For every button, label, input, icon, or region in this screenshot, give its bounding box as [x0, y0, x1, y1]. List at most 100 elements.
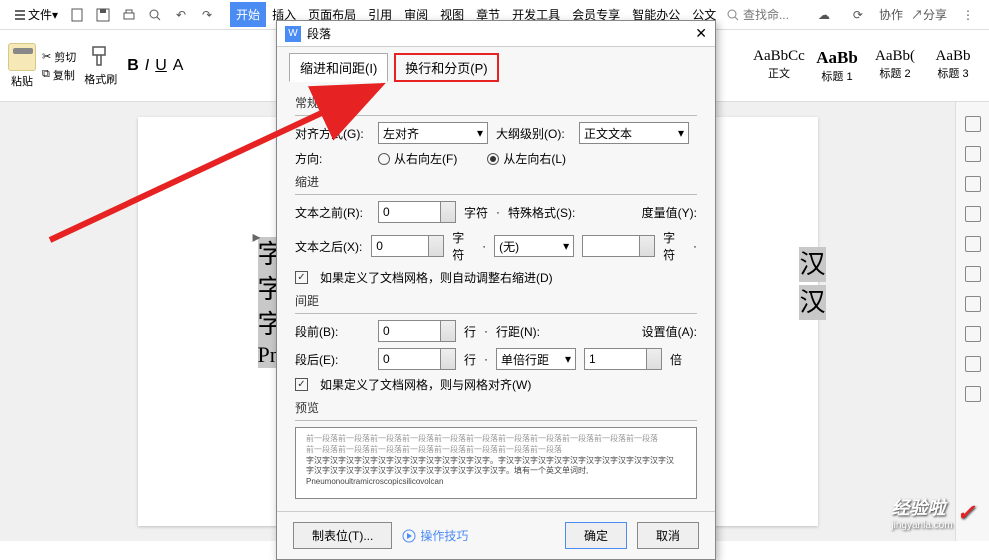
- tab-indent-spacing[interactable]: 缩进和间距(I): [289, 53, 388, 82]
- underline-button[interactable]: U: [155, 57, 167, 75]
- dialog-body: 常规 对齐方式(G): 左对齐▾ 大纲级别(O): 正文文本▾ 方向: 从右向左…: [277, 82, 715, 511]
- more-icon[interactable]: ⋮: [958, 5, 978, 25]
- setvalue-spinner[interactable]: 1▲▼: [584, 348, 662, 370]
- file-menu-label: 文件: [28, 6, 52, 23]
- topbar-right: ☁ ⟳ 协作 ↗分享 ⋮: [727, 5, 981, 25]
- style-heading3[interactable]: AaBb 标题 3: [925, 46, 981, 86]
- outline-label: 大纲级别(O):: [496, 125, 571, 142]
- tool-icon-9[interactable]: [965, 356, 981, 372]
- section-general: 常规: [295, 94, 697, 111]
- tabstop-button[interactable]: 制表位(T)...: [293, 522, 392, 549]
- italic-button[interactable]: I: [145, 57, 149, 75]
- save-icon[interactable]: [93, 5, 113, 25]
- format-painter[interactable]: 格式刷: [84, 45, 117, 87]
- redo-icon[interactable]: ↷: [197, 5, 217, 25]
- cancel-button[interactable]: 取消: [637, 522, 699, 549]
- divider: [295, 313, 697, 314]
- setvalue-label: 设置值(A):: [642, 323, 697, 340]
- scissors-icon: ✂: [42, 50, 51, 63]
- preview-icon[interactable]: [145, 5, 165, 25]
- special-format-label: 特殊格式(S):: [508, 204, 575, 221]
- preview-box: 前一段落前一段落前一段落前一段落前一段落前一段落前一段落前一段落前一段落前一段落…: [295, 427, 697, 499]
- right-toolbar: [955, 102, 989, 541]
- chevron-down-icon: ▾: [52, 8, 58, 22]
- bold-button[interactable]: B: [127, 57, 139, 75]
- paste-icon: [8, 43, 36, 71]
- dialog-footer: 制表位(T)... 操作技巧 确定 取消: [277, 511, 715, 559]
- after-para-label: 段后(E):: [295, 351, 370, 368]
- tool-icon-7[interactable]: [965, 296, 981, 312]
- styles-gallery: AaBbCc 正文 AaBb 标题 1 AaBb( 标题 2 AaBb 标题 3: [751, 46, 981, 86]
- print-icon[interactable]: [119, 5, 139, 25]
- hamburger-icon: [14, 9, 26, 21]
- check-icon: ✓: [957, 500, 975, 526]
- radio-icon: [378, 153, 390, 165]
- tab-line-page-break[interactable]: 换行和分页(P): [394, 53, 498, 82]
- measure-spinner[interactable]: ▲▼: [582, 235, 655, 257]
- dialog-tabs: 缩进和间距(I) 换行和分页(P): [277, 47, 715, 82]
- indent-checkbox[interactable]: ✓: [295, 271, 308, 284]
- chevron-down-icon: ▾: [565, 352, 571, 366]
- style-heading1[interactable]: AaBb 标题 1: [809, 46, 865, 86]
- tool-icon-4[interactable]: [965, 206, 981, 222]
- spacing-check-label: 如果定义了文档网格，则与网格对齐(W): [320, 376, 531, 393]
- before-para-spinner[interactable]: 0▲▼: [378, 320, 456, 342]
- new-doc-icon[interactable]: [67, 5, 87, 25]
- divider: [295, 420, 697, 421]
- font-effect-button[interactable]: A: [173, 57, 184, 75]
- after-para-spinner[interactable]: 0▲▼: [378, 348, 456, 370]
- tool-icon-1[interactable]: [965, 116, 981, 132]
- close-button[interactable]: ✕: [695, 25, 707, 42]
- after-text-spinner[interactable]: 0▲▼: [371, 235, 444, 257]
- unit-char-1: 字符: [464, 204, 488, 221]
- cloud-icon[interactable]: ☁: [814, 5, 834, 25]
- tab-home[interactable]: 开始: [230, 2, 266, 27]
- linespace-dropdown[interactable]: 单倍行距▾: [496, 348, 576, 370]
- style-heading2[interactable]: AaBb( 标题 2: [867, 46, 923, 86]
- unit-char-3: 字符: [663, 229, 685, 263]
- search-input[interactable]: [743, 8, 803, 22]
- ok-button[interactable]: 确定: [565, 522, 627, 549]
- file-menu[interactable]: 文件 ▾: [8, 4, 64, 25]
- paste-button[interactable]: 粘贴: [8, 43, 36, 89]
- divider: [295, 194, 697, 195]
- tool-icon-6[interactable]: [965, 266, 981, 282]
- before-text-spinner[interactable]: 0▲▼: [378, 201, 456, 223]
- collab-button[interactable]: 协作: [879, 6, 903, 23]
- tool-icon-10[interactable]: [965, 386, 981, 402]
- clipboard-group: ✂剪切 ⧉复制: [42, 49, 76, 83]
- align-dropdown[interactable]: 左对齐▾: [378, 122, 488, 144]
- undo-icon[interactable]: ↶: [171, 5, 191, 25]
- dialog-app-icon: W: [285, 26, 301, 42]
- cut-button[interactable]: ✂剪切: [42, 49, 76, 65]
- outline-dropdown[interactable]: 正文文本▾: [579, 122, 689, 144]
- font-style-group: B I U A: [127, 57, 183, 75]
- unit-bei: 倍: [670, 351, 682, 368]
- play-icon: [402, 529, 416, 543]
- indent-check-label: 如果定义了文档网格，则自动调整右缩进(D): [320, 269, 553, 286]
- tool-icon-8[interactable]: [965, 326, 981, 342]
- linespace-label: 行距(N):: [496, 323, 540, 340]
- direction-rtl-radio[interactable]: 从右向左(F): [378, 150, 457, 167]
- dialog-title: 段落: [307, 25, 331, 42]
- doc-overflow-1: 汉: [799, 247, 825, 282]
- unit-char-2: 字符: [452, 229, 474, 263]
- special-format-dropdown[interactable]: (无)▾: [494, 235, 574, 257]
- spacing-checkbox[interactable]: ✓: [295, 378, 308, 391]
- paragraph-mark-icon: ▸: [253, 227, 261, 247]
- format-label: 格式刷: [84, 71, 117, 87]
- tool-icon-2[interactable]: [965, 146, 981, 162]
- before-para-label: 段前(B):: [295, 323, 370, 340]
- direction-ltr-radio[interactable]: 从左向右(L): [487, 150, 566, 167]
- refresh-icon[interactable]: ⟳: [848, 5, 868, 25]
- share-button[interactable]: ↗分享: [911, 6, 947, 23]
- dialog-titlebar[interactable]: W 段落 ✕: [277, 21, 715, 47]
- tips-link[interactable]: 操作技巧: [402, 527, 468, 544]
- direction-label: 方向:: [295, 150, 370, 167]
- search-box[interactable]: [727, 8, 803, 22]
- copy-button[interactable]: ⧉复制: [42, 67, 76, 83]
- tool-icon-3[interactable]: [965, 176, 981, 192]
- tool-icon-5[interactable]: [965, 236, 981, 252]
- style-normal[interactable]: AaBbCc 正文: [751, 46, 807, 86]
- section-indent: 缩进: [295, 173, 697, 190]
